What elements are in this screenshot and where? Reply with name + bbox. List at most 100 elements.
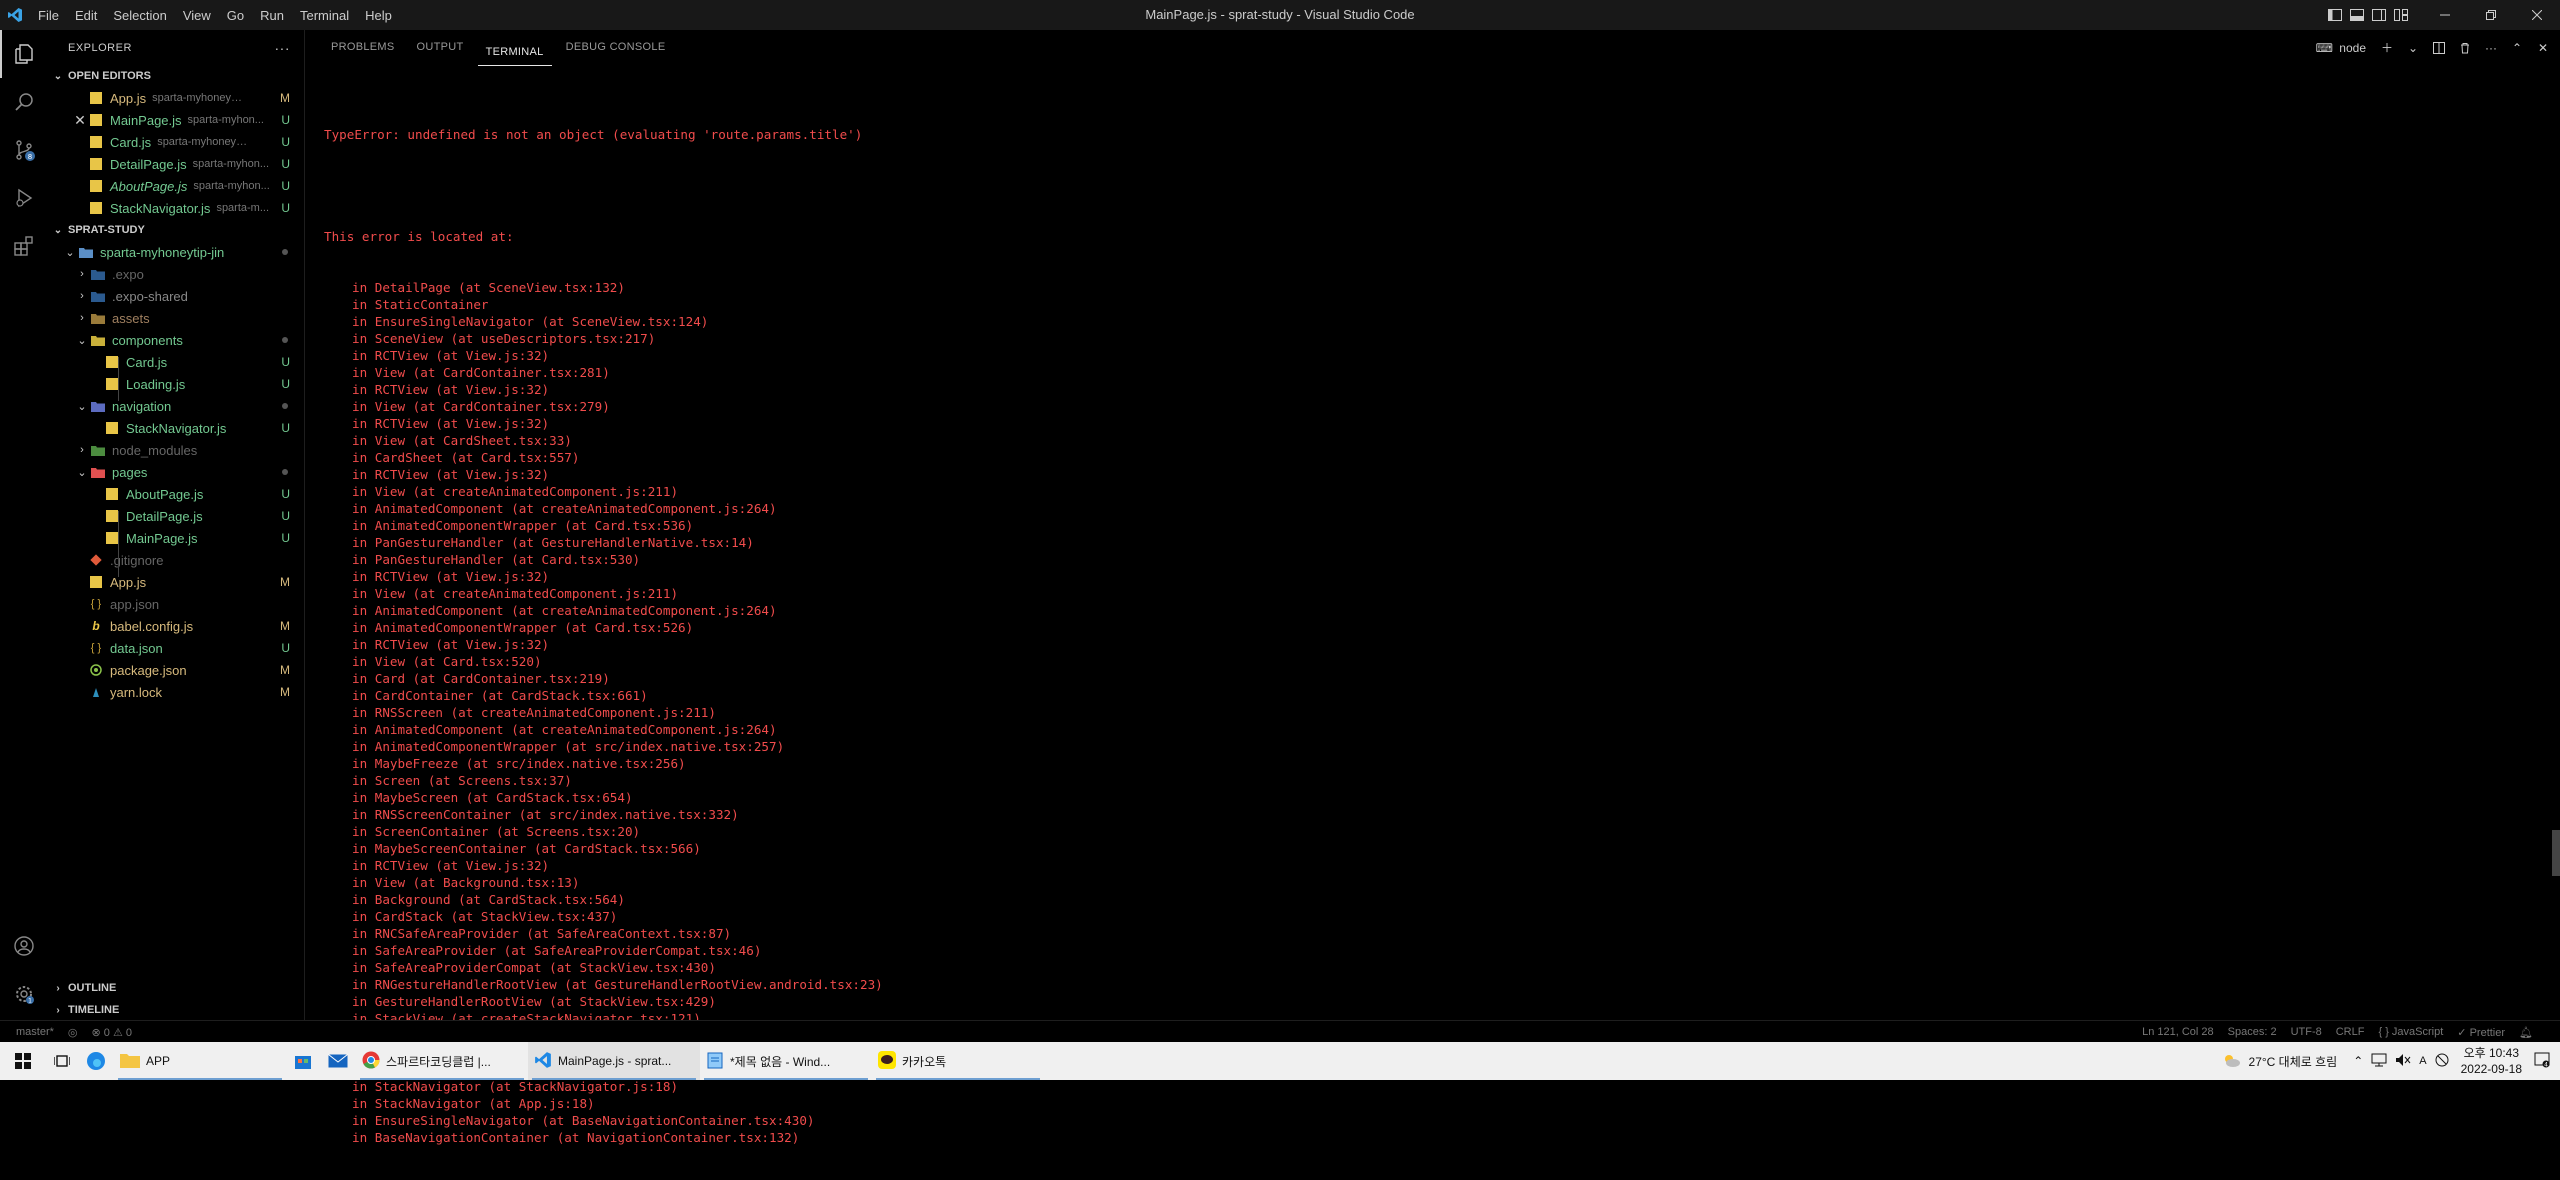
trash-icon[interactable] (2454, 37, 2476, 59)
start-button[interactable] (0, 1042, 46, 1080)
maximize-panel-icon[interactable]: ⌃ (2506, 37, 2528, 59)
taskbar-app-vscode[interactable]: MainPage.js - sprat... (528, 1042, 700, 1080)
folder-expo-shared[interactable]: › .expo-shared (48, 285, 304, 307)
file-data[interactable]: { } data.json U (48, 637, 304, 659)
branch-indicator[interactable]: master* (0, 1026, 61, 1038)
split-terminal-icon[interactable] (2428, 37, 2450, 59)
menu-view[interactable]: View (175, 8, 219, 23)
explorer-icon[interactable] (0, 30, 48, 78)
folder-node-modules[interactable]: › node_modules (48, 439, 304, 461)
file-package[interactable]: package.json M (48, 659, 304, 681)
close-panel-icon[interactable]: ✕ (2532, 37, 2554, 59)
chevron-down-icon[interactable]: ⌄ (2402, 37, 2424, 59)
file-stacknavigator[interactable]: StackNavigator.js U (48, 417, 304, 439)
open-editors-section[interactable]: ⌄ OPEN EDITORS (48, 65, 304, 87)
taskbar-app-explorer[interactable]: APP (114, 1042, 286, 1080)
toggle-sidebar-icon[interactable] (2324, 0, 2346, 30)
indentation[interactable]: Spaces: 2 (2221, 1026, 2284, 1038)
tab-terminal[interactable]: TERMINAL (477, 39, 552, 66)
open-editor-app[interactable]: App.jssparta-myhoneytip-jinM (48, 87, 304, 109)
restore-button[interactable] (2468, 0, 2514, 30)
terminal-name[interactable]: node (2339, 41, 2366, 55)
weather-icon[interactable] (2217, 1052, 2245, 1071)
timeline-section[interactable]: › TIMELINE (48, 999, 304, 1021)
edge-icon[interactable] (78, 1042, 114, 1080)
outline-section[interactable]: › OUTLINE (48, 977, 304, 999)
more-actions-icon[interactable]: ··· (275, 40, 291, 56)
speaker-muted-icon[interactable] (2391, 1053, 2415, 1070)
folder-root[interactable]: ⌄ sparta-myhoneytip-jin (48, 241, 304, 263)
taskbar-app-kakaotalk[interactable]: 카카오톡 (872, 1042, 1044, 1080)
settings-gear-icon[interactable]: 1 (0, 970, 48, 1018)
task-view-icon[interactable] (46, 1042, 78, 1080)
store-icon[interactable] (286, 1042, 320, 1080)
file-app[interactable]: App.js M (48, 571, 304, 593)
file-mainpage[interactable]: MainPage.js U (48, 527, 304, 549)
ime-icon[interactable]: A (2415, 1055, 2430, 1067)
mail-icon[interactable] (320, 1042, 356, 1080)
customize-layout-icon[interactable] (2390, 0, 2412, 30)
chevron-up-icon[interactable]: ⌃ (2349, 1054, 2367, 1068)
file-card[interactable]: Card.js U (48, 351, 304, 373)
folder-navigation[interactable]: ⌄ navigation (48, 395, 304, 417)
prettier-status[interactable]: ✓ Prettier (2450, 1026, 2512, 1039)
folder-pages[interactable]: ⌄ pages (48, 461, 304, 483)
add-terminal-icon[interactable]: ＋ (2376, 37, 2398, 59)
file-appjson[interactable]: { } app.json (48, 593, 304, 615)
accessibility-icon[interactable] (2431, 1053, 2453, 1070)
search-icon[interactable] (0, 78, 48, 126)
folder-assets[interactable]: › assets (48, 307, 304, 329)
bell-icon[interactable]: 🔔︎ (2512, 1026, 2540, 1039)
tab-debug-console[interactable]: DEBUG CONSOLE (558, 30, 674, 65)
file-yarn[interactable]: yarn.lock M (48, 681, 304, 703)
file-loading[interactable]: Loading.js U (48, 373, 304, 395)
menu-terminal[interactable]: Terminal (292, 8, 357, 23)
terminal-output[interactable]: TypeError: undefined is not an object (e… (324, 92, 883, 1180)
open-editor-aboutpage[interactable]: AboutPage.js sparta-myhon... U (48, 175, 304, 197)
taskbar-app-chrome[interactable]: 스파르타코딩클럽 |... (356, 1042, 528, 1080)
extensions-icon[interactable] (0, 222, 48, 270)
clock[interactable]: 오후 10:43 2022-09-18 (2453, 1045, 2530, 1077)
menu-run[interactable]: Run (252, 8, 292, 23)
toggle-panel-icon[interactable] (2346, 0, 2368, 30)
open-editor-stacknavigator[interactable]: StackNavigator.js sparta-m... U (48, 197, 304, 219)
source-control-icon[interactable]: 8 (0, 126, 48, 174)
more-actions-icon[interactable]: ··· (2480, 37, 2502, 59)
taskbar-app-notepad[interactable]: *제목 없음 - Wind... (700, 1042, 872, 1080)
run-debug-icon[interactable] (0, 174, 48, 222)
problems-indicator[interactable]: ⊗ 0 ⚠ 0 (85, 1026, 139, 1039)
toggle-secondary-sidebar-icon[interactable] (2368, 0, 2390, 30)
file-aboutpage[interactable]: AboutPage.js U (48, 483, 304, 505)
tree-indent-guide (118, 511, 119, 577)
menu-selection[interactable]: Selection (105, 8, 174, 23)
sync-icon[interactable]: ◎ (61, 1026, 85, 1039)
open-editor-detailpage[interactable]: DetailPage.js sparta-myhon... U (48, 153, 304, 175)
weather-text[interactable]: 27°C 대체로 흐림 (2245, 1053, 2342, 1070)
file-babel[interactable]: b babel.config.js M (48, 615, 304, 637)
close-icon[interactable]: ✕ (72, 112, 88, 129)
folder-expo[interactable]: › .expo (48, 263, 304, 285)
menu-help[interactable]: Help (357, 8, 400, 23)
menu-go[interactable]: Go (219, 8, 252, 23)
network-icon[interactable] (2367, 1053, 2391, 1070)
notification-icon[interactable]: 4 (2530, 1052, 2560, 1071)
tab-output[interactable]: OUTPUT (409, 30, 472, 65)
open-editor-card[interactable]: Card.jssparta-myhoneytip-j...U (48, 131, 304, 153)
account-icon[interactable] (0, 922, 48, 970)
encoding[interactable]: UTF-8 (2284, 1026, 2329, 1038)
language-mode[interactable]: { } JavaScript (2371, 1026, 2450, 1038)
cursor-position[interactable]: Ln 121, Col 28 (2135, 1026, 2221, 1038)
open-editor-mainpage[interactable]: ✕ MainPage.js sparta-myhon... U (48, 109, 304, 131)
menu-file[interactable]: File (30, 8, 67, 23)
folder-components[interactable]: ⌄ components (48, 329, 304, 351)
close-window-button[interactable] (2514, 0, 2560, 30)
menu-edit[interactable]: Edit (67, 8, 105, 23)
chevron-right-icon: › (56, 982, 60, 994)
file-detailpage[interactable]: DetailPage.js U (48, 505, 304, 527)
file-gitignore[interactable]: .gitignore (48, 549, 304, 571)
end-of-line[interactable]: CRLF (2329, 1026, 2372, 1038)
minimize-button[interactable] (2422, 0, 2468, 30)
terminal-scrollbar[interactable] (2552, 830, 2560, 876)
project-section[interactable]: ⌄ SPRAT-STUDY (48, 219, 304, 241)
tab-problems[interactable]: PROBLEMS (323, 30, 403, 65)
